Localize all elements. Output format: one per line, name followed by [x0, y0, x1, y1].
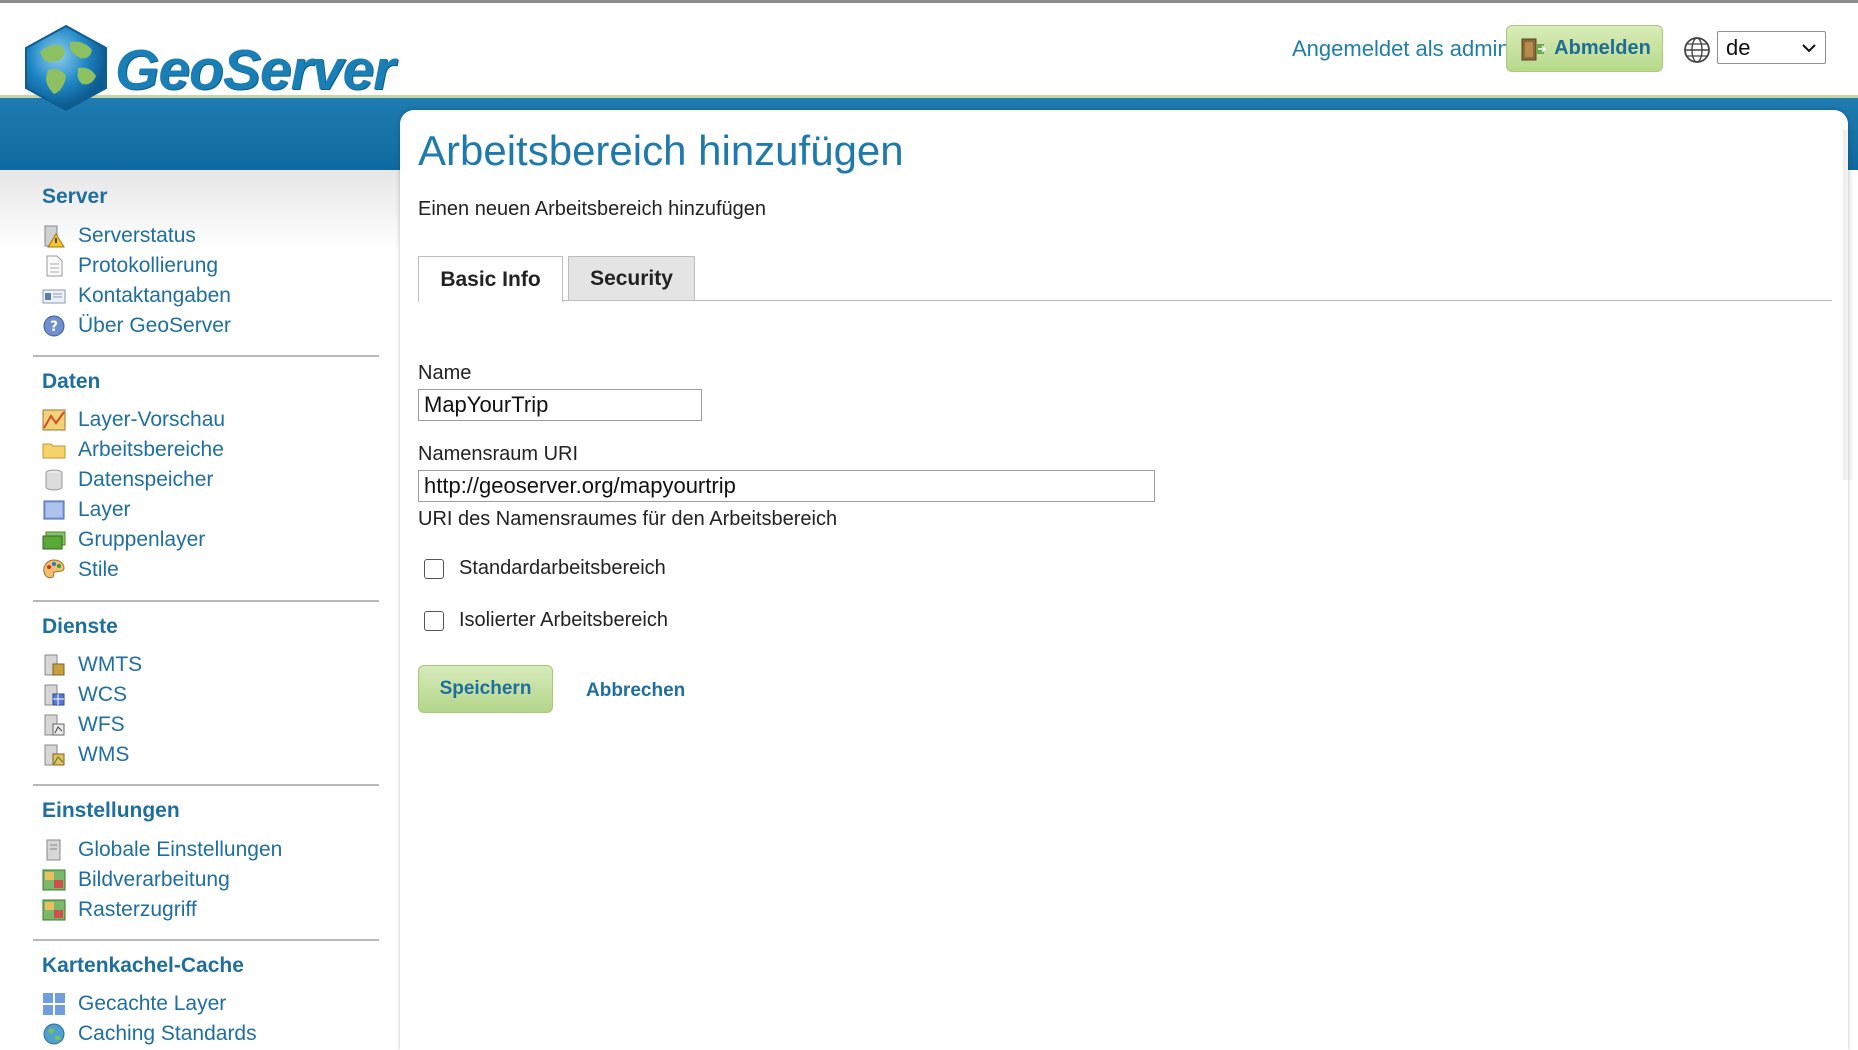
- wcs-service-icon: [44, 684, 65, 706]
- sidebar-item-layer-vorschau[interactable]: Layer-Vorschau: [42, 406, 225, 434]
- page-title: Arbeitsbereich hinzufügen: [418, 127, 904, 174]
- geoserver-logo[interactable]: GeoServer: [20, 22, 395, 114]
- language-select[interactable]: de: [1717, 31, 1826, 64]
- sidebar-item-gruppenlayer[interactable]: Gruppenlayer: [42, 526, 205, 554]
- default-workspace-row: Standardarbeitsbereich: [424, 557, 666, 580]
- logout-door-icon: [1521, 38, 1547, 60]
- sidebar-item-ueber-geoserver[interactable]: ? Über GeoServer: [42, 312, 231, 340]
- namespace-uri-label: Namensraum URI: [418, 443, 579, 465]
- language-value: de: [1726, 34, 1751, 60]
- logout-label: Abmelden: [1554, 37, 1651, 59]
- sidebar-item-wfs[interactable]: WFS: [42, 711, 125, 739]
- sidebar-item-layer[interactable]: Layer: [42, 496, 131, 524]
- server-status-icon: [44, 225, 65, 248]
- sidebar-divider: [33, 939, 379, 941]
- sidebar-divider: [33, 784, 379, 786]
- globe-icon: [43, 1023, 65, 1045]
- sidebar-divider: [33, 600, 379, 602]
- tab-basic-info[interactable]: Basic Info: [418, 256, 563, 302]
- contact-card-icon: [42, 289, 66, 304]
- sidebar-item-wcs[interactable]: WCS: [42, 681, 127, 709]
- chevron-down-icon: [1802, 43, 1816, 52]
- sidebar-item-caching-standards[interactable]: Caching Standards: [42, 1020, 257, 1048]
- isolated-workspace-row: Isolierter Arbeitsbereich: [424, 609, 668, 632]
- sidebar-section-title: Server: [42, 185, 108, 208]
- raster-access-icon: [42, 899, 66, 921]
- name-label: Name: [418, 362, 472, 384]
- layer-preview-icon: [42, 409, 66, 431]
- sidebar-divider: [33, 355, 379, 357]
- name-input[interactable]: MapYourTrip: [418, 389, 702, 421]
- sidebar-section-title: Daten: [42, 370, 101, 393]
- layer-icon: [43, 500, 65, 520]
- svg-text:?: ?: [50, 319, 58, 335]
- sidebar-item-wms[interactable]: WMS: [42, 741, 129, 769]
- globe-logo-icon: [25, 24, 107, 112]
- logout-button[interactable]: Abmelden: [1506, 25, 1663, 72]
- sidebar-item-rasterzugriff[interactable]: Rasterzugriff: [42, 896, 197, 924]
- namespace-uri-hint: URI des Namensraumes für den Arbeitsbere…: [418, 508, 838, 530]
- sidebar-item-serverstatus[interactable]: Serverstatus: [42, 222, 196, 250]
- sidebar-item-kontaktangaben[interactable]: Kontaktangaben: [42, 282, 231, 310]
- global-settings-icon: [46, 839, 61, 861]
- save-button[interactable]: Speichern: [418, 665, 553, 713]
- logging-document-icon: [46, 255, 63, 277]
- database-icon: [45, 469, 63, 491]
- content-panel: [400, 110, 1848, 1050]
- layer-group-icon: [42, 531, 66, 550]
- sidebar-item-wmts[interactable]: WMTS: [42, 651, 142, 679]
- palette-icon: [43, 559, 65, 579]
- isolated-workspace-checkbox[interactable]: [424, 610, 444, 631]
- sidebar-section-title: Einstellungen: [42, 799, 180, 822]
- sidebar-item-protokollierung[interactable]: Protokollierung: [42, 252, 218, 280]
- language-globe-icon: [1684, 37, 1710, 63]
- cancel-link[interactable]: Abbrechen: [586, 680, 685, 702]
- sidebar-item-datenspeicher[interactable]: Datenspeicher: [42, 466, 213, 494]
- sidebar-item-stile[interactable]: Stile: [42, 556, 119, 584]
- isolated-workspace-label: Isolierter Arbeitsbereich: [459, 609, 668, 631]
- sidebar-item-arbeitsbereiche[interactable]: Arbeitsbereiche: [42, 436, 224, 464]
- wmts-service-icon: [44, 654, 65, 676]
- wfs-service-icon: [44, 714, 65, 736]
- namespace-uri-input[interactable]: http://geoserver.org/mapyourtrip: [418, 470, 1155, 502]
- logo-text: GeoServer: [115, 38, 395, 102]
- page-description: Einen neuen Arbeitsbereich hinzufügen: [418, 198, 767, 220]
- sidebar-item-globale-einstellungen[interactable]: Globale Einstellungen: [42, 836, 282, 864]
- tab-security[interactable]: Security: [568, 256, 695, 301]
- tile-grid-icon: [43, 993, 65, 1015]
- sidebar-section-title: Kartenkachel-Cache: [42, 954, 244, 977]
- default-workspace-checkbox[interactable]: [424, 558, 444, 579]
- sidebar-item-bildverarbeitung[interactable]: Bildverarbeitung: [42, 866, 230, 894]
- sidebar-section-title: Dienste: [42, 615, 118, 638]
- about-info-icon: ?: [43, 315, 65, 337]
- panel-shadow: [1843, 130, 1855, 480]
- sidebar-item-gecachte-layer[interactable]: Gecachte Layer: [42, 990, 226, 1018]
- tab-divider: [418, 300, 1832, 301]
- default-workspace-label: Standardarbeitsbereich: [459, 557, 666, 579]
- login-status: Angemeldet als admin.: [1292, 36, 1516, 61]
- image-processing-icon: [42, 869, 66, 891]
- folder-icon: [42, 443, 66, 459]
- wms-service-icon: [44, 744, 65, 766]
